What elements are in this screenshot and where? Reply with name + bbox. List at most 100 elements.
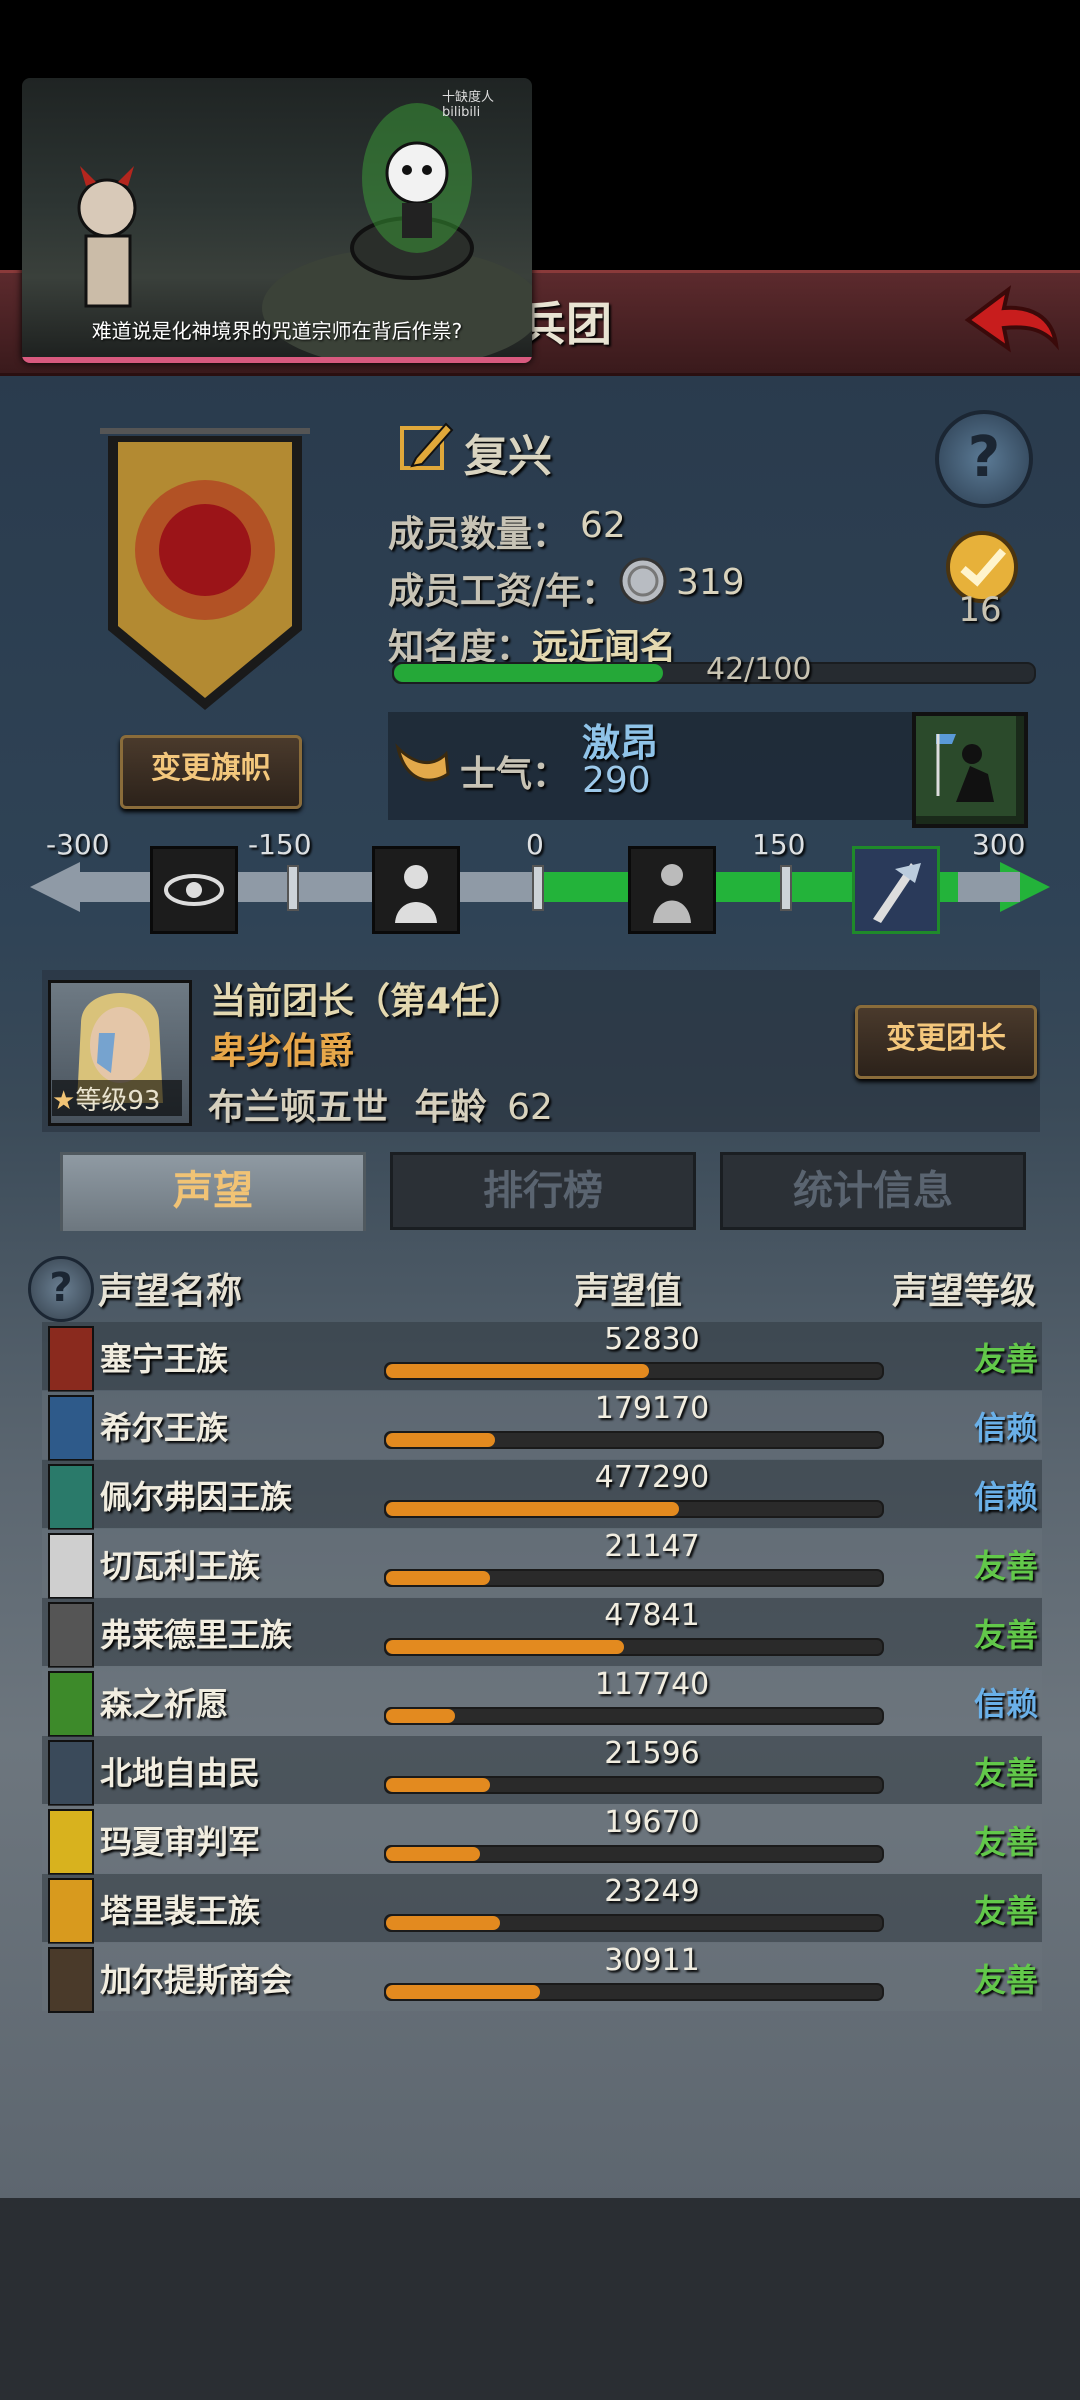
faction-name: 佩尔弗因王族	[100, 1478, 293, 1516]
reputation-progress-bar	[384, 1362, 884, 1380]
back-button[interactable]	[960, 282, 1060, 357]
horn-icon	[392, 734, 452, 794]
reputation-progress-fill	[386, 1709, 456, 1723]
reputation-row[interactable]: 佩尔弗因王族 477290 信赖	[42, 1460, 1042, 1530]
faction-name: 弗莱德里王族	[100, 1616, 293, 1654]
morale-level-excited-icon[interactable]	[852, 846, 940, 934]
morale-tick-label: -150	[248, 828, 312, 861]
reputation-level: 信赖	[974, 1685, 1039, 1723]
faction-emblem-icon	[48, 1602, 94, 1668]
faction-emblem-icon	[48, 1464, 94, 1530]
reputation-value: 21147	[604, 1529, 700, 1564]
question-icon: ?	[49, 1265, 73, 1311]
change-leader-button[interactable]: 变更团长	[855, 1005, 1037, 1079]
reputation-row[interactable]: 玛夏审判军 19670 友善	[42, 1805, 1042, 1875]
salary-value: 319	[676, 562, 745, 603]
reputation-value: 477290	[594, 1460, 710, 1495]
reputation-progress-fill	[386, 1502, 679, 1516]
morale-tick-label: -300	[46, 828, 110, 861]
reputation-progress-bar	[384, 1845, 884, 1863]
fame-value: 42/100	[706, 652, 812, 687]
morale-tick	[532, 865, 544, 911]
video-overlay[interactable]: 十缺度人 bilibili 难道说是化神境界的咒道宗师在背后作祟?	[22, 78, 532, 363]
reputation-progress-fill	[386, 1985, 540, 1999]
commander-age-value: 62	[507, 1087, 553, 1128]
faction-emblem-icon	[48, 1809, 94, 1875]
morale-level-eye-icon[interactable]	[150, 846, 238, 934]
reputation-row[interactable]: 塞宁王族 52830 友善	[42, 1322, 1042, 1392]
faction-emblem-icon	[48, 1395, 94, 1461]
reputation-row[interactable]: 北地自由民 21596 友善	[42, 1736, 1042, 1806]
morale-tick	[780, 865, 792, 911]
help-button[interactable]: ?	[935, 410, 1033, 508]
reputation-level: 信赖	[974, 1409, 1039, 1447]
tab-ranking[interactable]: 排行榜	[390, 1152, 696, 1230]
salary-label: 成员工资/年：	[388, 571, 618, 612]
faction-emblem-icon	[48, 1740, 94, 1806]
reputation-level: 友善	[974, 1340, 1039, 1378]
faction-emblem-icon	[48, 1533, 94, 1599]
faction-name: 北地自由民	[100, 1754, 261, 1792]
reputation-row[interactable]: 切瓦利王族 21147 友善	[42, 1529, 1042, 1599]
group-banner[interactable]	[92, 420, 318, 720]
rank-value: 16	[958, 590, 1002, 630]
column-header-value: 声望值	[574, 1271, 683, 1312]
morale-flag-icon[interactable]	[912, 712, 1028, 828]
reputation-progress-bar	[384, 1914, 884, 1932]
morale-level-despair-icon[interactable]	[372, 846, 460, 934]
column-header-level: 声望等级	[892, 1271, 1037, 1312]
reputation-value: 47841	[604, 1598, 700, 1633]
reputation-progress-fill	[386, 1571, 491, 1585]
reputation-level: 友善	[974, 1892, 1039, 1930]
reputation-value: 19670	[604, 1805, 700, 1840]
morale-tick-label: 0	[526, 828, 544, 861]
reputation-row[interactable]: 弗莱德里王族 47841 友善	[42, 1598, 1042, 1668]
reputation-level: 友善	[974, 1754, 1039, 1792]
faction-name: 切瓦利王族	[100, 1547, 261, 1585]
reputation-value: 117740	[594, 1667, 710, 1702]
change-flag-button[interactable]: 变更旗帜	[120, 735, 302, 809]
level-badge-icon: ★	[52, 1086, 76, 1116]
faction-name: 加尔提斯商会	[100, 1961, 293, 1999]
video-caption: 难道说是化神境界的咒道宗师在背后作祟?	[91, 319, 463, 343]
reputation-progress-bar	[384, 1707, 884, 1725]
edit-name-icon[interactable]	[398, 418, 454, 474]
faction-emblem-icon	[48, 1878, 94, 1944]
faction-name: 森之祈愿	[100, 1685, 229, 1723]
reputation-level: 友善	[974, 1823, 1039, 1861]
faction-emblem-icon	[48, 1671, 94, 1737]
commander-name: 布兰顿五世 年龄 62	[208, 1078, 553, 1130]
reputation-progress-bar	[384, 1776, 884, 1794]
faction-emblem-icon	[48, 1326, 94, 1392]
tab-statistics[interactable]: 统计信息	[720, 1152, 1026, 1230]
morale-value: 290	[582, 760, 651, 801]
reputation-progress-bar	[384, 1983, 884, 2001]
sun-banner-icon	[92, 420, 318, 710]
page-title: 兵团	[520, 297, 612, 351]
faction-name: 塔里裴王族	[100, 1892, 261, 1930]
reputation-row[interactable]: 希尔王族 179170 信赖	[42, 1391, 1042, 1461]
reputation-progress-bar	[384, 1500, 884, 1518]
reputation-progress-fill	[386, 1364, 649, 1378]
commander-title: 当前团长（第4任）	[210, 981, 524, 1022]
reputation-progress-bar	[384, 1569, 884, 1587]
reputation-row[interactable]: 加尔提斯商会 30911 友善	[42, 1943, 1042, 2013]
tab-reputation[interactable]: 声望	[60, 1152, 366, 1231]
reputation-help-button[interactable]: ?	[28, 1256, 94, 1322]
member-count-label: 成员数量：	[388, 514, 569, 555]
faction-name: 塞宁王族	[100, 1340, 229, 1378]
reputation-value: 30911	[604, 1943, 700, 1978]
reputation-row[interactable]: 塔里裴王族 23249 友善	[42, 1874, 1042, 1944]
reputation-progress-fill	[386, 1916, 501, 1930]
reputation-level: 信赖	[974, 1478, 1039, 1516]
reputation-progress-fill	[386, 1433, 496, 1447]
reputation-progress-fill	[386, 1778, 491, 1792]
reputation-row[interactable]: 森之祈愿 117740 信赖	[42, 1667, 1042, 1737]
commander-rank: 卑劣伯爵	[210, 1031, 355, 1072]
silver-coin-icon	[618, 556, 668, 606]
back-arrow-icon	[964, 285, 1059, 353]
morale-level-neutral-icon[interactable]	[628, 846, 716, 934]
commander-age-label: 年龄	[414, 1087, 487, 1128]
faction-emblem-icon	[48, 1947, 94, 2013]
morale-label: 士气：	[460, 754, 569, 795]
